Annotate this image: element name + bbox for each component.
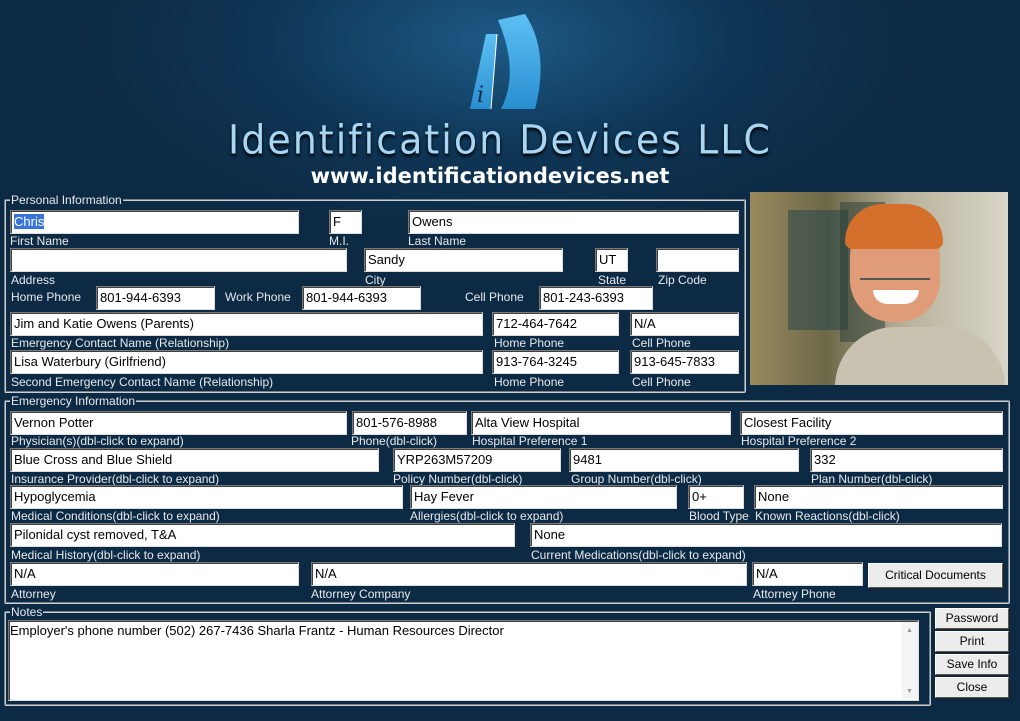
cell-phone-label: Cell Phone xyxy=(465,290,524,304)
state-label: State xyxy=(598,273,627,287)
last-name-label: Last Name xyxy=(408,234,467,248)
notes-text: Employer's phone number (502) 267-7436 S… xyxy=(10,623,504,638)
work-phone-label: Work Phone xyxy=(225,290,291,304)
attorney-phone-label: Attorney Phone xyxy=(753,587,836,601)
cell-phone-input[interactable]: 801-243-6393 xyxy=(539,286,653,310)
zip-input[interactable] xyxy=(656,248,739,272)
address-input[interactable] xyxy=(10,248,347,272)
second-contact-cell-label: Cell Phone xyxy=(632,375,691,389)
known-reactions-label: Known Reactions(dbl-click) xyxy=(755,509,900,523)
critical-documents-button[interactable]: Critical Documents xyxy=(868,563,1003,588)
selected-text: Chris xyxy=(14,214,45,229)
home-phone-label: Home Phone xyxy=(11,290,82,304)
second-contact-name-label: Second Emergency Contact Name (Relations… xyxy=(11,375,274,389)
state-input[interactable]: UT xyxy=(595,248,628,272)
middle-initial-input[interactable]: F xyxy=(329,210,362,234)
password-button[interactable]: Password xyxy=(935,608,1009,629)
blood-type-input[interactable]: 0+ xyxy=(688,485,744,509)
last-name-input[interactable]: Owens xyxy=(408,210,739,234)
company-logo-icon: i xyxy=(470,14,541,110)
physician-phone-input[interactable]: 801-576-8988 xyxy=(352,411,467,435)
plan-number-label: Plan Number(dbl-click) xyxy=(811,472,933,486)
emergency-contact-home-input[interactable]: 712-464-7642 xyxy=(492,312,619,336)
emergency-information-legend: Emergency Information xyxy=(10,394,137,408)
second-contact-home-input[interactable]: 913-764-3245 xyxy=(492,350,619,374)
hospital-preference-2-input[interactable]: Closest Facility xyxy=(740,411,1003,435)
insurance-provider-label: Insurance Provider(dbl-click to expand) xyxy=(11,472,220,486)
zip-label: Zip Code xyxy=(658,273,707,287)
physician-phone-label: Phone(dbl-click) xyxy=(351,434,438,448)
city-input[interactable]: Sandy xyxy=(364,248,563,272)
insurance-provider-input[interactable]: Blue Cross and Blue Shield xyxy=(10,448,379,472)
emergency-contact-cell-input[interactable]: N/A xyxy=(630,312,739,336)
attorney-label: Attorney xyxy=(11,587,56,601)
allergies-label: Allergies(dbl-click to expand) xyxy=(410,509,564,523)
hospital-preference-2-label: Hospital Preference 2 xyxy=(741,434,857,448)
profile-photo xyxy=(750,192,1008,385)
attorney-input[interactable]: N/A xyxy=(10,562,299,586)
group-number-label: Group Number(dbl-click) xyxy=(571,472,702,486)
current-medications-label: Current Medications(dbl-click to expand) xyxy=(531,548,746,562)
blood-type-label: Blood Type xyxy=(689,509,749,523)
company-name: Identification Devices LLC xyxy=(228,116,772,164)
policy-number-label: Policy Number(dbl-click) xyxy=(393,472,523,486)
address-label: Address xyxy=(11,273,56,287)
personal-information-legend: Personal Information xyxy=(10,193,123,207)
current-medications-input[interactable]: None xyxy=(530,523,1002,547)
svg-text:i: i xyxy=(477,83,484,108)
print-button[interactable]: Print xyxy=(935,631,1009,652)
notes-scrollbar[interactable]: ▲ ▼ xyxy=(902,622,918,699)
attorney-company-label: Attorney Company xyxy=(311,587,411,601)
allergies-input[interactable]: Hay Fever xyxy=(410,485,677,509)
scroll-up-icon[interactable]: ▲ xyxy=(906,627,913,634)
city-label: City xyxy=(365,273,386,287)
medical-conditions-label: Medical Conditions(dbl-click to expand) xyxy=(11,509,220,523)
notes-legend: Notes xyxy=(10,605,44,619)
policy-number-input[interactable]: YRP263M57209 xyxy=(393,448,561,472)
plan-number-input[interactable]: 332 xyxy=(810,448,1003,472)
attorney-company-input[interactable]: N/A xyxy=(311,562,747,586)
hospital-preference-1-input[interactable]: Alta View Hospital xyxy=(471,411,731,435)
known-reactions-input[interactable]: None xyxy=(754,485,1003,509)
physician-input[interactable]: Vernon Potter xyxy=(10,411,347,435)
close-button[interactable]: Close xyxy=(935,677,1009,698)
hospital-preference-1-label: Hospital Preference 1 xyxy=(472,434,588,448)
middle-initial-label: M.I. xyxy=(329,234,349,248)
emergency-contact-name-input[interactable]: Jim and Katie Owens (Parents) xyxy=(10,312,483,336)
first-name-label: First Name xyxy=(10,234,69,248)
attorney-phone-input[interactable]: N/A xyxy=(752,562,863,586)
emergency-contact-name-label: Emergency Contact Name (Relationship) xyxy=(11,336,230,350)
emergency-contact-home-label: Home Phone xyxy=(494,336,565,350)
medical-history-input[interactable]: Pilonidal cyst removed, T&A xyxy=(10,523,515,547)
group-number-input[interactable]: 9481 xyxy=(569,448,799,472)
medical-history-label: Medical History(dbl-click to expand) xyxy=(11,548,201,562)
physician-label: Physician(s)(dbl-click to expand) xyxy=(11,434,184,448)
scroll-down-icon[interactable]: ▼ xyxy=(906,688,913,695)
first-name-input[interactable]: Chris xyxy=(10,210,299,234)
medical-conditions-input[interactable]: Hypoglycemia xyxy=(10,485,403,509)
second-contact-home-label: Home Phone xyxy=(494,375,565,389)
second-contact-name-input[interactable]: Lisa Waterbury (Girlfriend) xyxy=(10,350,483,374)
home-phone-input[interactable]: 801-944-6393 xyxy=(96,286,215,310)
emergency-contact-cell-label: Cell Phone xyxy=(632,336,691,350)
save-info-button[interactable]: Save Info xyxy=(935,654,1009,675)
second-contact-cell-input[interactable]: 913-645-7833 xyxy=(630,350,739,374)
work-phone-input[interactable]: 801-944-6393 xyxy=(302,286,421,310)
notes-textarea[interactable]: Employer's phone number (502) 267-7436 S… xyxy=(8,620,919,701)
company-url: www.identificationdevices.net xyxy=(310,164,670,188)
